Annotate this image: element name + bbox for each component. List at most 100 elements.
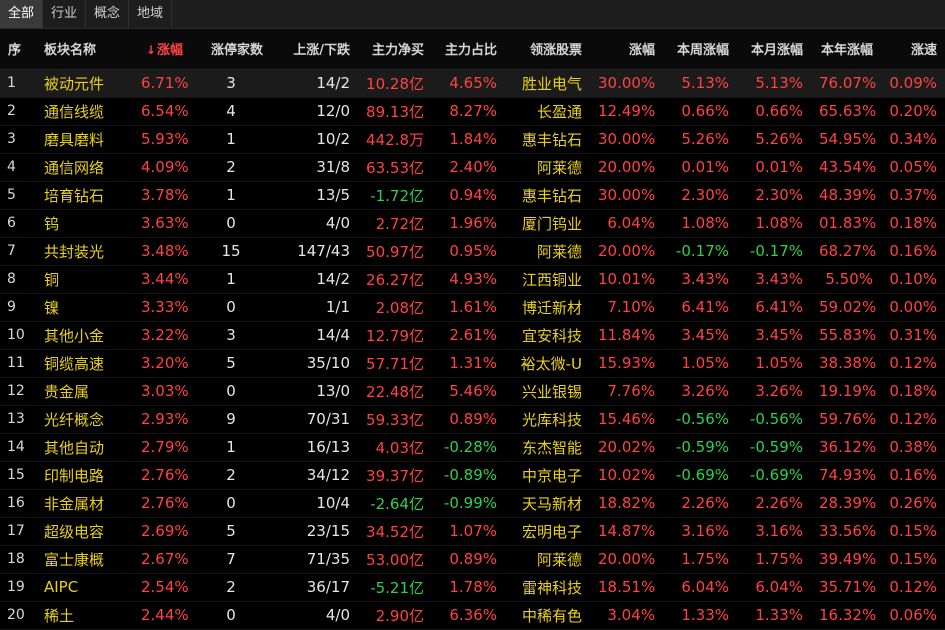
header-change[interactable]: ↓涨幅 bbox=[133, 29, 191, 70]
sector-name: AIPC bbox=[44, 578, 79, 596]
table-row[interactable]: 17 超级电容 2.69% 5 23/15 34.52亿 1.07% 宏明电子 14.87% 3.… bbox=[0, 517, 945, 545]
leader-change: 6.04% bbox=[607, 214, 655, 232]
year-change: 39.49% bbox=[819, 550, 877, 568]
table-row[interactable]: 5 培育钻石 3.78% 1 13/5 -1.72亿 0.94% 惠丰钻石 30.00% 2.30… bbox=[0, 181, 945, 209]
table-row[interactable]: 11 铜缆高速 3.20% 5 35/10 57.71亿 1.31% 裕太微-U 15.93% 1… bbox=[0, 349, 945, 377]
leader-change: 7.76% bbox=[607, 382, 655, 400]
limit-up-count: 9 bbox=[226, 410, 236, 428]
main-ratio: 1.31% bbox=[449, 354, 497, 372]
row-index: 7 bbox=[7, 243, 16, 259]
month-change: 0.01% bbox=[755, 158, 803, 176]
table-row[interactable]: 19 AIPC 2.54% 2 36/17 -5.21亿 1.78% 雷神科技 18.51% 6.… bbox=[0, 573, 945, 601]
table-row[interactable]: 12 贵金属 3.03% 0 13/0 22.48亿 5.46% 兴业银锡 7.76% 3.26%… bbox=[0, 377, 945, 405]
header-year-change[interactable]: 本年涨幅 bbox=[811, 29, 881, 70]
sector-change: 3.03% bbox=[141, 382, 189, 400]
table-row[interactable]: 4 通信网络 4.09% 2 31/8 63.53亿 2.40% 阿莱德 20.00% 0.01%… bbox=[0, 153, 945, 181]
row-index: 15 bbox=[7, 467, 25, 483]
year-change: 36.12% bbox=[819, 438, 877, 456]
table-row[interactable]: 16 非金属材 2.76% 0 10/4 -2.64亿 -0.99% 天马新材 18.82% 2.… bbox=[0, 489, 945, 517]
speed: 0.09% bbox=[889, 74, 937, 92]
sector-name: 光纤概念 bbox=[44, 410, 105, 429]
table-row[interactable]: 1 被动元件 6.71% 3 14/2 10.28亿 4.65% 胜业电气 30.00% 5.13… bbox=[0, 69, 945, 97]
leading-stock: 裕太微-U bbox=[520, 354, 582, 373]
month-change: 1.33% bbox=[755, 606, 803, 624]
main-net-inflow: 2.08亿 bbox=[375, 298, 424, 317]
sector-change: 3.20% bbox=[141, 354, 189, 372]
sector-name: 培育钻石 bbox=[44, 186, 105, 205]
speed: 0.18% bbox=[889, 382, 937, 400]
table-row[interactable]: 10 其他小金 3.22% 3 14/4 12.79亿 2.61% 宜安科技 11.84% 3.4… bbox=[0, 321, 945, 349]
header-up-down[interactable]: 上涨/下跌 bbox=[271, 29, 358, 70]
table-row[interactable]: 9 镍 3.33% 0 1/1 2.08亿 1.61% 博迁新材 7.10% 6.41% 6.41%… bbox=[0, 293, 945, 321]
up-down-count: 13/0 bbox=[316, 382, 350, 400]
main-net-inflow: 63.53亿 bbox=[366, 158, 424, 177]
leading-stock: 宏明电子 bbox=[521, 522, 582, 541]
leader-change: 12.49% bbox=[598, 102, 656, 120]
header-change-label: 涨幅 bbox=[156, 43, 183, 59]
week-change: 1.33% bbox=[681, 606, 729, 624]
year-change: 38.38% bbox=[819, 354, 877, 372]
table-row[interactable]: 7 共封装光 3.48% 15 147/43 50.97亿 0.95% 阿莱德 20.00% -0… bbox=[0, 237, 945, 265]
month-change: 3.26% bbox=[755, 382, 803, 400]
speed: 0.05% bbox=[889, 158, 937, 176]
leading-stock: 阿莱德 bbox=[536, 158, 582, 177]
table-row[interactable]: 14 其他自动 2.79% 1 16/13 4.03亿 -0.28% 东杰智能 20.02% -0… bbox=[0, 433, 945, 461]
row-index: 3 bbox=[7, 131, 16, 147]
up-down-count: 12/0 bbox=[316, 102, 350, 120]
month-change: 6.41% bbox=[755, 298, 803, 316]
header-main-ratio[interactable]: 主力占比 bbox=[432, 29, 505, 70]
header-main-net-inflow[interactable]: 主力净买 bbox=[358, 29, 432, 70]
header-sector-name[interactable]: 板块名称 bbox=[36, 29, 133, 70]
month-change: 3.16% bbox=[755, 522, 803, 540]
main-net-inflow: -1.72亿 bbox=[370, 186, 424, 205]
main-ratio: 0.89% bbox=[449, 410, 497, 428]
speed: 0.15% bbox=[889, 550, 937, 568]
main-ratio: 1.61% bbox=[449, 298, 497, 316]
leading-stock: 惠丰钻石 bbox=[521, 186, 582, 205]
header-month-change[interactable]: 本月涨幅 bbox=[737, 29, 811, 70]
table-header-row: 序 板块名称 ↓涨幅 涨停家数 上涨/下跌 主力净买 主力占比 领涨股票 涨幅 … bbox=[0, 29, 945, 70]
speed: 0.38% bbox=[889, 438, 937, 456]
table-row[interactable]: 3 磨具磨料 5.93% 1 10/2 442.8万 1.84% 惠丰钻石 30.00% 5.26… bbox=[0, 125, 945, 153]
table-row[interactable]: 2 通信线缆 6.54% 4 12/0 89.13亿 8.27% 长盈通 12.49% 0.66%… bbox=[0, 97, 945, 125]
header-index[interactable]: 序 bbox=[0, 29, 36, 70]
header-limit-up-count[interactable]: 涨停家数 bbox=[191, 29, 271, 70]
header-week-change[interactable]: 本周涨幅 bbox=[663, 29, 737, 70]
tab-concept[interactable]: 概念 bbox=[86, 0, 130, 28]
main-ratio: 4.65% bbox=[449, 74, 497, 92]
month-change: 1.08% bbox=[755, 214, 803, 232]
year-change: 59.02% bbox=[819, 298, 877, 316]
year-change: 48.39% bbox=[819, 186, 877, 204]
tab-all[interactable]: 全部 bbox=[0, 0, 44, 28]
table-row[interactable]: 6 钨 3.63% 0 4/0 2.72亿 1.96% 厦门钨业 6.04% 1.08% 1.08%… bbox=[0, 209, 945, 237]
leader-change: 18.82% bbox=[598, 494, 656, 512]
table-row[interactable]: 18 富士康概 2.67% 7 71/35 53.00亿 0.89% 阿莱德 20.00% 1.7… bbox=[0, 545, 945, 573]
sector-name: 钨 bbox=[44, 214, 60, 233]
tab-industry[interactable]: 行业 bbox=[43, 0, 87, 28]
header-speed[interactable]: 涨速 bbox=[881, 29, 945, 70]
header-leading-stock[interactable]: 领涨股票 bbox=[505, 29, 590, 70]
header-leader-change[interactable]: 涨幅 bbox=[590, 29, 663, 70]
main-ratio: 0.89% bbox=[449, 550, 497, 568]
sector-change: 2.76% bbox=[141, 494, 189, 512]
main-ratio: -0.89% bbox=[443, 466, 497, 484]
leading-stock: 光库科技 bbox=[521, 410, 582, 429]
sector-name: 超级电容 bbox=[44, 522, 105, 541]
table-row[interactable]: 15 印制电路 2.76% 2 34/12 39.37亿 -0.89% 中京电子 10.02% -… bbox=[0, 461, 945, 489]
sector-change: 2.69% bbox=[141, 522, 189, 540]
speed: 0.16% bbox=[889, 466, 937, 484]
leading-stock: 兴业银锡 bbox=[521, 382, 582, 401]
week-change: 3.43% bbox=[681, 270, 729, 288]
table-row[interactable]: 8 铜 3.44% 1 14/2 26.27亿 4.93% 江西铜业 10.01% 3.43% 3.… bbox=[0, 265, 945, 293]
month-change: 3.45% bbox=[755, 326, 803, 344]
speed: 0.15% bbox=[889, 522, 937, 540]
table-row[interactable]: 13 光纤概念 2.93% 9 70/31 59.33亿 0.89% 光库科技 15.46% -0… bbox=[0, 405, 945, 433]
main-net-inflow: 57.71亿 bbox=[366, 354, 424, 373]
year-change: 55.83% bbox=[819, 326, 877, 344]
tab-region[interactable]: 地域 bbox=[129, 0, 173, 28]
table-row[interactable]: 20 稀土 2.44% 0 4/0 2.90亿 6.36% 中稀有色 3.04% 1.33% 1.3… bbox=[0, 601, 945, 629]
limit-up-count: 2 bbox=[226, 466, 236, 484]
limit-up-count: 1 bbox=[226, 130, 236, 148]
leader-change: 30.00% bbox=[598, 130, 656, 148]
up-down-count: 147/43 bbox=[297, 242, 350, 260]
